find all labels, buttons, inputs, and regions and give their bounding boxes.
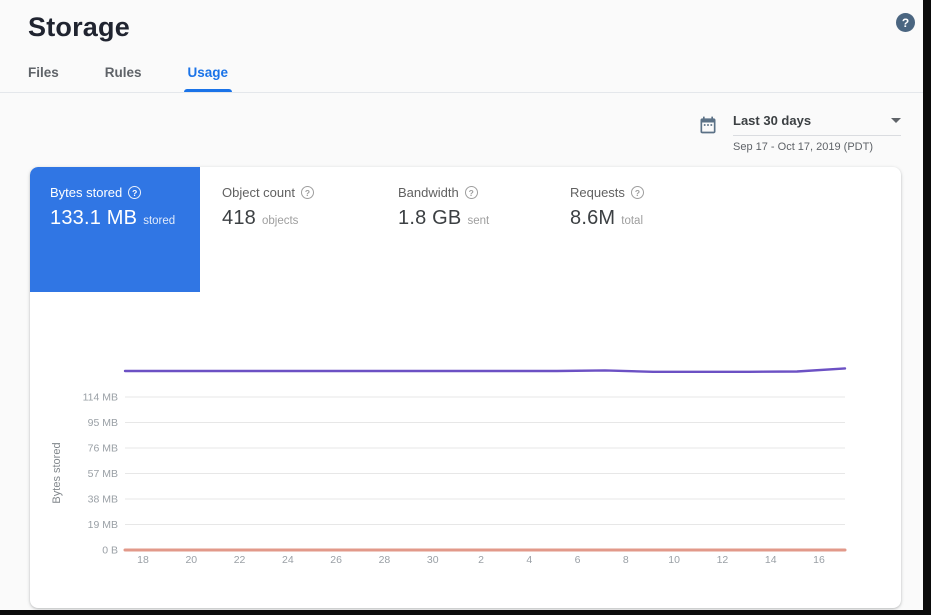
svg-text:24: 24 [282, 554, 294, 566]
tab-rules[interactable]: Rules [105, 53, 142, 92]
help-glyph: ? [635, 188, 640, 198]
window-border-bottom [0, 610, 931, 615]
help-glyph: ? [305, 188, 310, 198]
svg-text:4: 4 [526, 554, 532, 566]
storage-usage-page: Storage ? Files Rules Usage Last 30 days… [0, 0, 931, 615]
metric-value-row: 418 objects [222, 207, 376, 230]
metric-unit: total [621, 215, 643, 227]
svg-text:20: 20 [185, 554, 197, 566]
svg-text:76 MB: 76 MB [88, 443, 118, 455]
metric-label: Requests [570, 185, 625, 200]
metric-tiles: Bytes stored ? 133.1 MB stored Object co… [30, 167, 901, 292]
help-icon[interactable]: ? [128, 186, 141, 199]
metric-unit: stored [143, 215, 175, 227]
svg-text:14: 14 [765, 554, 777, 566]
date-range-dates: Sep 17 - Oct 17, 2019 (PDT) [733, 141, 901, 153]
svg-text:18: 18 [137, 554, 149, 566]
page-title: Storage [28, 12, 903, 43]
svg-text:28: 28 [379, 554, 391, 566]
help-icon[interactable]: ? [465, 186, 478, 199]
calendar-icon [698, 115, 718, 135]
svg-text:30: 30 [427, 554, 439, 566]
svg-text:114 MB: 114 MB [83, 392, 118, 404]
svg-text:8: 8 [623, 554, 629, 566]
svg-text:0 B: 0 B [102, 545, 118, 557]
metric-requests[interactable]: Requests ? 8.6M total [548, 167, 728, 230]
svg-text:6: 6 [575, 554, 581, 566]
help-glyph: ? [902, 16, 909, 30]
metric-object-count[interactable]: Object count ? 418 objects [200, 167, 376, 230]
metric-label: Bandwidth [398, 185, 459, 200]
date-range-top: Last 30 days [733, 113, 901, 136]
date-range-preset: Last 30 days [733, 113, 811, 128]
svg-text:22: 22 [234, 554, 246, 566]
usage-chart: 0 B19 MB38 MB57 MB76 MB95 MB114 MB182022… [30, 335, 901, 575]
help-glyph: ? [469, 188, 474, 198]
content-area: Last 30 days Sep 17 - Oct 17, 2019 (PDT)… [0, 113, 931, 608]
usage-card: Bytes stored ? 133.1 MB stored Object co… [30, 167, 901, 608]
svg-text:19 MB: 19 MB [88, 519, 118, 531]
svg-text:12: 12 [717, 554, 729, 566]
metric-value: 1.8 GB [398, 207, 461, 230]
page-header: Storage ? [0, 0, 931, 43]
svg-text:95 MB: 95 MB [88, 417, 118, 429]
help-icon[interactable]: ? [301, 186, 314, 199]
svg-text:38 MB: 38 MB [88, 494, 118, 506]
tab-files[interactable]: Files [28, 53, 59, 92]
metric-unit: objects [262, 215, 298, 227]
metric-value-row: 1.8 GB sent [398, 207, 548, 230]
help-glyph: ? [132, 188, 137, 198]
metric-value: 418 [222, 207, 256, 230]
chevron-down-icon [891, 118, 901, 123]
svg-text:57 MB: 57 MB [88, 468, 118, 480]
svg-text:2: 2 [478, 554, 484, 566]
metric-bytes-stored[interactable]: Bytes stored ? 133.1 MB stored [30, 167, 200, 292]
metric-unit: sent [467, 215, 489, 227]
metric-value-row: 133.1 MB stored [50, 207, 200, 230]
svg-text:Bytes stored: Bytes stored [51, 442, 63, 503]
metric-bandwidth[interactable]: Bandwidth ? 1.8 GB sent [376, 167, 548, 230]
svg-text:16: 16 [813, 554, 825, 566]
metric-label-row: Bandwidth ? [398, 185, 548, 200]
metric-label-row: Object count ? [222, 185, 376, 200]
metric-label-row: Bytes stored ? [50, 185, 200, 200]
date-range-selector[interactable]: Last 30 days Sep 17 - Oct 17, 2019 (PDT) [733, 113, 901, 153]
metric-label: Bytes stored [50, 185, 122, 200]
metric-value-row: 8.6M total [570, 207, 728, 230]
metric-value: 8.6M [570, 207, 615, 230]
help-icon[interactable]: ? [631, 186, 644, 199]
svg-text:10: 10 [668, 554, 680, 566]
svg-text:26: 26 [330, 554, 342, 566]
help-icon[interactable]: ? [896, 13, 915, 32]
date-range-row: Last 30 days Sep 17 - Oct 17, 2019 (PDT) [30, 113, 901, 153]
metric-value: 133.1 MB [50, 207, 137, 230]
metric-label: Object count [222, 185, 295, 200]
tab-usage[interactable]: Usage [188, 53, 229, 92]
metric-label-row: Requests ? [570, 185, 728, 200]
window-border-right [923, 0, 931, 615]
tab-bar: Files Rules Usage [0, 53, 931, 93]
